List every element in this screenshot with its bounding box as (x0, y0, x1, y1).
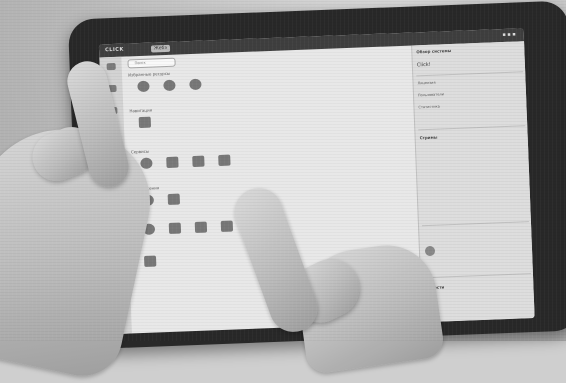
divider (418, 125, 526, 131)
panel-title: Click! (416, 61, 431, 69)
app-icon (163, 79, 176, 92)
user-avatar[interactable] (424, 245, 436, 257)
app-icon (220, 220, 234, 232)
divider (422, 221, 529, 227)
panel-row-2: Пользователи (417, 92, 445, 98)
app-tile-2[interactable] (163, 193, 186, 214)
app-icon (189, 78, 202, 91)
app-icon (106, 62, 116, 71)
panel-row-3: Статистика (418, 104, 440, 110)
app-tile-7[interactable] (139, 255, 162, 276)
app-icon (138, 116, 152, 129)
search-input[interactable]: Поиск (127, 57, 176, 69)
section-title-services: Сервисы (130, 148, 150, 155)
divider (416, 71, 524, 77)
navigation-tile-1[interactable] (134, 116, 157, 137)
app-icon (137, 80, 150, 93)
favorite-tile-3[interactable] (184, 78, 207, 99)
app-icon (143, 255, 157, 267)
panel-row-1: Лицензия (417, 80, 436, 86)
app-tile-6[interactable] (216, 220, 239, 241)
app-icon (192, 155, 205, 168)
app-icon (140, 157, 153, 170)
favorite-tile-1[interactable] (132, 80, 155, 101)
divider (423, 273, 531, 279)
panel-stream-title: Стримы (419, 134, 438, 141)
status-icons: ▪ ▪ ▪ (502, 31, 516, 39)
app-tile-5[interactable] (190, 221, 213, 242)
favorite-tile-2[interactable] (158, 79, 181, 100)
service-tile-2[interactable] (161, 156, 184, 177)
app-icon (168, 222, 182, 234)
app-icon (167, 193, 181, 206)
app-tile-4[interactable] (164, 222, 187, 243)
app-icon (218, 154, 231, 167)
app-brand: CLICK (104, 46, 124, 54)
section-title-navigation: Навигация (129, 107, 153, 114)
panel-header: Обзор системы (416, 48, 452, 55)
section-title-favorites: Избранные ресурсы (127, 70, 171, 78)
service-tile-4[interactable] (213, 154, 236, 175)
app-icon (166, 156, 179, 169)
app-icon (194, 221, 208, 233)
service-tile-3[interactable] (187, 155, 210, 176)
top-bar-tag[interactable]: Жебэ (150, 44, 171, 53)
